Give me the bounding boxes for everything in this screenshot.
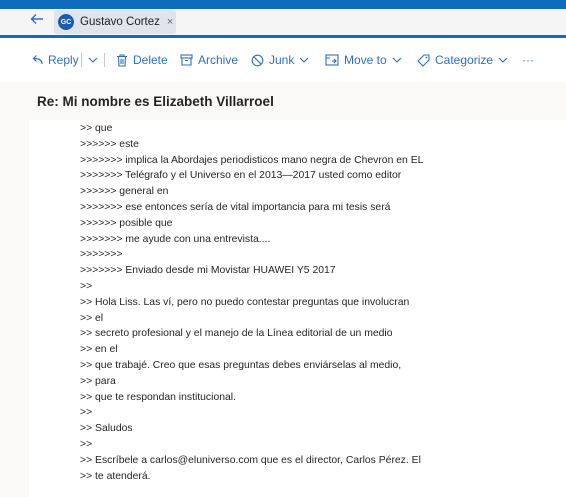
move-to-icon <box>325 54 339 66</box>
archive-button[interactable]: Archive <box>180 51 238 69</box>
categorize-label: Categorize <box>435 53 494 67</box>
back-arrow-icon[interactable] <box>30 12 44 26</box>
message-line: >>>>>>> <box>80 249 123 261</box>
message-line: >> <box>80 407 93 419</box>
more-icon[interactable]: ··· <box>522 51 534 69</box>
delete-label: Delete <box>133 53 168 67</box>
message-body: >> que >>>>>> este >>>>>>> implica la Abor… <box>80 121 423 484</box>
categorize-button[interactable]: Categorize <box>417 51 513 69</box>
message-line: >> el <box>80 312 104 324</box>
message-line: >> Saludos <box>80 423 133 435</box>
chevron-down-icon <box>299 57 309 63</box>
message-line: >>>>>> general en <box>80 186 169 198</box>
chevron-down-icon <box>88 57 98 63</box>
reply-label: Reply <box>48 53 79 67</box>
chevron-down-icon <box>392 57 402 63</box>
message-line: >> en el <box>80 344 118 356</box>
archive-label: Archive <box>198 53 239 67</box>
message-line: >> que <box>80 123 113 134</box>
message-line: >>>>>>> ese entonces sería de vital impo… <box>80 201 391 213</box>
message-line: >> para <box>80 375 116 387</box>
app-top-bar <box>0 0 566 9</box>
message-line: >>>>>>> Enviado desde mi Movistar HUAWEI… <box>80 265 336 277</box>
archive-icon <box>180 54 193 66</box>
junk-label: Junk <box>269 53 295 67</box>
toolbar-separator <box>81 53 82 67</box>
message-line: >> <box>80 438 93 450</box>
message-line: >> Escríbele a carlos@eluniverso.com que… <box>80 454 421 466</box>
message-subject: Re: Mi nombre es Elizabeth Villarroel <box>37 94 274 109</box>
chevron-down-icon <box>498 57 508 63</box>
message-tab[interactable]: GC Gustavo Cortez × <box>54 10 176 34</box>
junk-icon <box>251 54 264 66</box>
message-line: >>>>>> posible que <box>80 217 173 229</box>
message-line: >>>>>>> Telégrafo y el Universo en el 20… <box>80 170 402 182</box>
message-line: >> Hola Liss. Las ví, pero no puedo cont… <box>80 296 410 308</box>
junk-button[interactable]: Junk <box>251 51 314 69</box>
message-line: >> <box>80 280 93 292</box>
toolbar-separator <box>104 53 105 67</box>
message-line: >>>>>>> me ayude con una entrevista.... <box>80 233 271 245</box>
reply-icon <box>32 55 43 65</box>
message-line: >> secreto profesional y el manejo de la… <box>80 328 393 340</box>
message-line: >> te atenderá. <box>80 470 151 482</box>
delete-button[interactable]: Delete <box>116 51 168 69</box>
tab-sender-name: Gustavo Cortez <box>80 16 160 28</box>
reply-button[interactable]: Reply <box>30 51 79 69</box>
avatar: GC <box>58 14 74 30</box>
reply-options-dropdown[interactable] <box>88 51 103 69</box>
categorize-icon <box>417 53 430 67</box>
message-line: >> que trabajé. Creo que esas preguntas … <box>80 359 402 371</box>
move-to-label: Move to <box>344 53 387 67</box>
delete-icon <box>117 53 127 67</box>
move-to-button[interactable]: Move to <box>325 51 407 69</box>
message-line: >> que te respondan institucional. <box>80 391 236 403</box>
message-line: >>>>>> este <box>80 138 139 150</box>
close-icon[interactable]: × <box>167 16 173 28</box>
message-line: >>>>>>> implica la Abordajes periodistic… <box>80 154 424 166</box>
